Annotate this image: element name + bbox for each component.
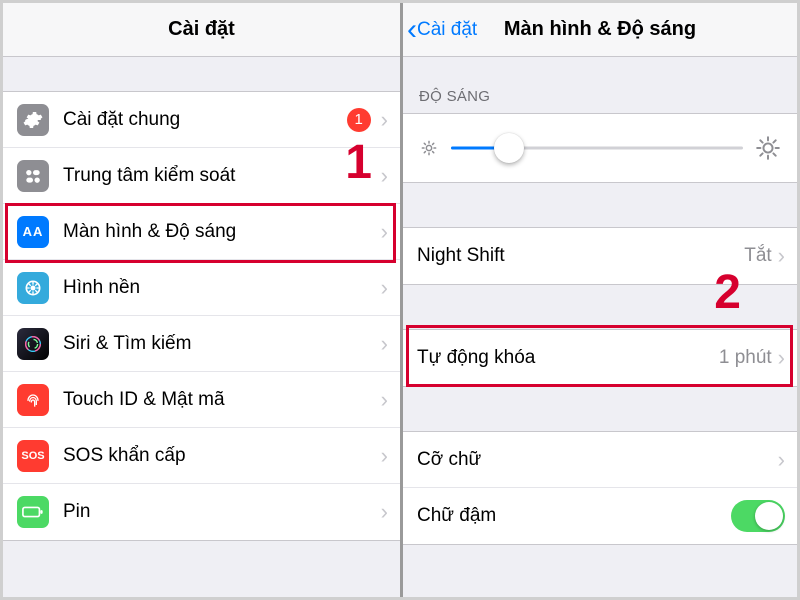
text-group: Cỡ chữ › Chữ đậm bbox=[403, 431, 797, 545]
chevron-right-icon: › bbox=[381, 387, 388, 413]
back-label: Cài đặt bbox=[417, 19, 477, 41]
brightness-slider[interactable] bbox=[451, 133, 743, 163]
chevron-right-icon: › bbox=[381, 275, 388, 301]
spacer bbox=[403, 285, 797, 329]
row-display-brightness[interactable]: AA Màn hình & Độ sáng › bbox=[3, 204, 400, 260]
row-wallpaper[interactable]: Hình nền › bbox=[3, 260, 400, 316]
chevron-right-icon: › bbox=[381, 331, 388, 357]
row-siri[interactable]: Siri & Tìm kiếm › bbox=[3, 316, 400, 372]
row-value: 1 phút bbox=[719, 347, 772, 369]
brightness-slider-row bbox=[403, 113, 797, 183]
display-icon: AA bbox=[17, 216, 49, 248]
row-label: Touch ID & Mật mã bbox=[63, 389, 381, 411]
wallpaper-icon bbox=[17, 272, 49, 304]
settings-list: Cài đặt chung 1 › Trung tâm kiểm soát › … bbox=[3, 91, 400, 541]
row-sos[interactable]: SOS SOS khẩn cấp › bbox=[3, 428, 400, 484]
chevron-right-icon: › bbox=[778, 345, 785, 371]
brightness-high-icon bbox=[755, 135, 781, 161]
siri-icon bbox=[17, 328, 49, 360]
fingerprint-icon bbox=[17, 384, 49, 416]
row-label: Night Shift bbox=[417, 245, 744, 267]
row-label: Chữ đậm bbox=[417, 505, 731, 527]
row-label: Cài đặt chung bbox=[63, 109, 347, 131]
row-bold-text[interactable]: Chữ đậm bbox=[403, 488, 797, 544]
row-label: SOS khẩn cấp bbox=[63, 445, 381, 467]
chevron-right-icon: › bbox=[381, 499, 388, 525]
sos-icon: SOS bbox=[17, 440, 49, 472]
slider-knob[interactable] bbox=[494, 133, 524, 163]
row-control-center[interactable]: Trung tâm kiểm soát › bbox=[3, 148, 400, 204]
chevron-right-icon: › bbox=[778, 447, 785, 473]
display-brightness-pane: ‹ Cài đặt Màn hình & Độ sáng ĐỘ SÁNG Nig… bbox=[403, 3, 797, 597]
settings-pane: Cài đặt Cài đặt chung 1 › Trung tâm kiểm… bbox=[3, 3, 403, 597]
row-text-size[interactable]: Cỡ chữ › bbox=[403, 432, 797, 488]
row-battery[interactable]: Pin › bbox=[3, 484, 400, 540]
row-value: Tắt bbox=[744, 245, 771, 267]
row-label: Tự động khóa bbox=[417, 347, 719, 369]
display-header: ‹ Cài đặt Màn hình & Độ sáng bbox=[403, 3, 797, 57]
night-shift-group: Night Shift Tắt › bbox=[403, 227, 797, 285]
gear-icon bbox=[17, 104, 49, 136]
row-touchid[interactable]: Touch ID & Mật mã › bbox=[3, 372, 400, 428]
row-label: Hình nền bbox=[63, 277, 381, 299]
chevron-right-icon: › bbox=[381, 163, 388, 189]
control-center-icon bbox=[17, 160, 49, 192]
chevron-right-icon: › bbox=[381, 443, 388, 469]
row-label: Siri & Tìm kiếm bbox=[63, 333, 381, 355]
chevron-right-icon: › bbox=[381, 107, 388, 133]
bold-text-toggle[interactable] bbox=[731, 500, 785, 532]
settings-title: Cài đặt bbox=[168, 18, 235, 41]
row-label: Màn hình & Độ sáng bbox=[63, 221, 381, 243]
row-night-shift[interactable]: Night Shift Tắt › bbox=[403, 228, 797, 284]
row-general[interactable]: Cài đặt chung 1 › bbox=[3, 92, 400, 148]
spacer bbox=[403, 387, 797, 431]
notification-badge: 1 bbox=[347, 108, 371, 132]
chevron-right-icon: › bbox=[778, 243, 785, 269]
tutorial-frame: Cài đặt Cài đặt chung 1 › Trung tâm kiểm… bbox=[0, 0, 800, 600]
back-button[interactable]: ‹ Cài đặt bbox=[407, 3, 477, 57]
spacer bbox=[3, 57, 400, 91]
display-title: Màn hình & Độ sáng bbox=[504, 18, 696, 41]
auto-lock-group: Tự động khóa 1 phút › bbox=[403, 329, 797, 387]
battery-icon bbox=[17, 496, 49, 528]
row-label: Pin bbox=[63, 501, 381, 523]
brightness-low-icon bbox=[419, 138, 439, 158]
chevron-left-icon: ‹ bbox=[407, 15, 417, 45]
row-label: Cỡ chữ bbox=[417, 449, 778, 471]
brightness-section-header: ĐỘ SÁNG bbox=[403, 57, 797, 113]
chevron-right-icon: › bbox=[381, 219, 388, 245]
row-auto-lock[interactable]: Tự động khóa 1 phút › bbox=[403, 330, 797, 386]
toggle-knob bbox=[755, 502, 783, 530]
row-label: Trung tâm kiểm soát bbox=[63, 165, 381, 187]
settings-header: Cài đặt bbox=[3, 3, 400, 57]
spacer bbox=[403, 183, 797, 227]
